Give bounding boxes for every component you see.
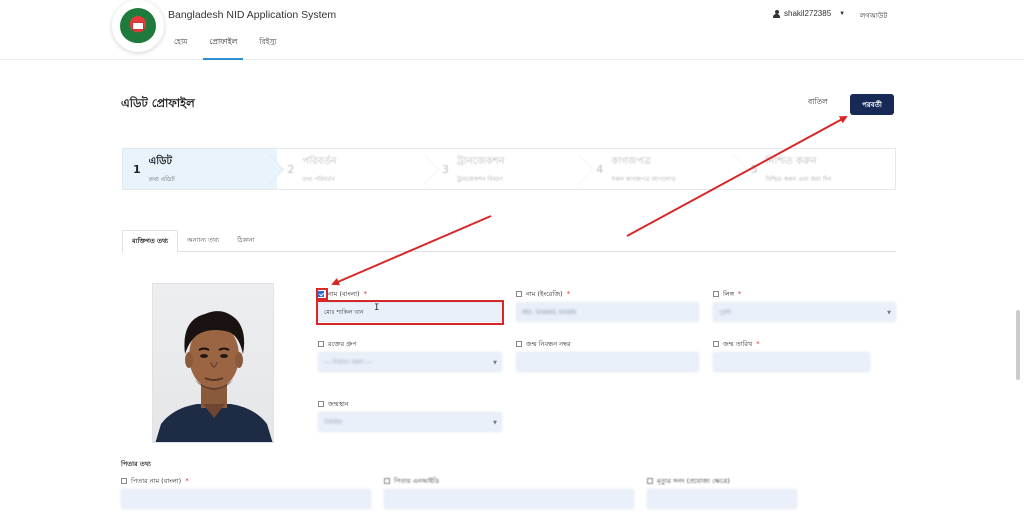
date-of-birth-input[interactable] — [713, 352, 870, 372]
father-nid-input[interactable] — [384, 489, 634, 509]
profile-photo — [152, 283, 274, 443]
death-certificate-field: মৃত্যুর সনদ (প্রযোজ্য ক্ষেত্রে) — [647, 476, 797, 509]
main-nav: হোম প্রোফাইল রিইস্যু — [168, 37, 293, 60]
step-title: ট্রানজেকশন — [456, 155, 505, 167]
tab-other-info[interactable]: অন্যান্য তথ্য — [178, 230, 228, 251]
gender-select[interactable] — [713, 302, 896, 322]
nav-profile[interactable]: প্রোফাইল — [203, 37, 244, 60]
logout-link[interactable]: লগআউট — [860, 10, 887, 22]
step-number: 3 — [441, 162, 449, 176]
chevron-down-icon: ▼ — [493, 420, 497, 426]
app-title: Bangladesh NID Application System — [168, 9, 337, 21]
date-of-birth-checkbox[interactable] — [713, 341, 719, 347]
page-title: এডিট প্রোফাইল — [121, 96, 195, 110]
username: shakil272385 — [784, 9, 832, 18]
birth-place-checkbox[interactable] — [318, 401, 324, 407]
step-change[interactable]: 2 পরিবর্তন তথ্য পরিবর্তন — [277, 149, 431, 189]
step-subtitle: ট্রানজেকশন বিবরণ — [456, 175, 503, 183]
birth-registration-checkbox[interactable] — [516, 341, 522, 347]
nav-home[interactable]: হোম — [168, 37, 193, 60]
step-confirm[interactable]: 5 নিশ্চিত করুন নিশ্চিত করুন এবং জমা দিন — [741, 149, 895, 189]
father-name-label: পিতার নাম (বাংলা) — [131, 476, 182, 485]
scrollbar-thumb[interactable] — [1016, 310, 1020, 380]
required-marker: * — [738, 290, 742, 298]
father-info-heading: পিতার তথ্য — [121, 460, 151, 468]
father-name-field: পিতার নাম (বাংলা) * — [121, 476, 371, 509]
step-subtitle: তথ্য পরিবর্তন — [302, 175, 335, 183]
name-english-label: নাম (ইংরেজি) — [526, 289, 563, 298]
death-certificate-input[interactable] — [647, 489, 797, 509]
father-nid-checkbox[interactable] — [384, 478, 390, 484]
person-portrait-icon — [155, 311, 273, 442]
father-name-checkbox[interactable] — [121, 478, 127, 484]
date-of-birth-field: জন্ম তারিখ * — [713, 339, 870, 372]
step-number: 2 — [287, 162, 295, 176]
tab-address[interactable]: ঠিকানা — [228, 230, 264, 251]
step-subtitle: তথ্য এডিট — [148, 175, 175, 183]
profile-tabs: ব্যক্তিগত তথ্য অন্যান্য তথ্য ঠিকানা — [122, 230, 896, 253]
step-number: 1 — [133, 162, 141, 176]
chevron-down-icon: ▼ — [839, 10, 846, 17]
step-title: নিশ্চিত করুন — [765, 155, 817, 167]
chevron-down-icon: ▼ — [887, 310, 891, 316]
required-marker: * — [185, 477, 189, 485]
step-number: 4 — [596, 162, 604, 176]
gender-field: লিঙ্গ * ▼ — [713, 289, 896, 322]
birth-registration-input[interactable] — [516, 352, 699, 372]
gender-label: লিঙ্গ — [723, 289, 735, 298]
tab-personal-info[interactable]: ব্যক্তিগত তথ্য — [122, 230, 179, 253]
name-bangla-label: নাম (বাংলা) — [328, 289, 360, 298]
father-nid-label: পিতার এনআইডি — [394, 476, 440, 485]
birth-place-label: জন্মস্থান — [328, 399, 349, 408]
required-marker: * — [363, 290, 368, 298]
step-title: এডিট — [148, 155, 172, 167]
progress-stepper: 1 এডিট তথ্য এডিট 2 পরিবর্তন তথ্য পরিবর্তন … — [122, 148, 896, 190]
step-subtitle: সকল কাগজপত্র আপলোড — [611, 175, 676, 183]
nav-reissue[interactable]: রিইস্যু — [253, 37, 282, 60]
name-english-checkbox[interactable] — [516, 291, 522, 297]
cancel-button[interactable]: বাতিল — [808, 97, 828, 109]
govt-logo[interactable] — [112, 0, 164, 52]
father-nid-field: পিতার এনআইডি — [384, 476, 634, 509]
step-title: পরিবর্তন — [302, 155, 337, 167]
page-scrollbar[interactable] — [1015, 60, 1021, 532]
date-of-birth-label: জন্ম তারিখ — [723, 339, 753, 348]
top-header: Bangladesh NID Application System হোম প্… — [0, 0, 1024, 60]
blood-group-label: রক্তের গ্রুপ — [328, 339, 357, 348]
gender-checkbox[interactable] — [713, 291, 719, 297]
annotation-arrows — [331, 116, 848, 286]
birth-registration-field: জন্ম নিবন্ধন নম্বর — [516, 339, 699, 372]
annotation-input-highlight — [316, 300, 504, 325]
step-number: 5 — [750, 162, 758, 176]
name-english-input[interactable] — [516, 302, 699, 322]
step-title: কাগজপত্র — [611, 155, 651, 167]
bangladesh-seal-icon — [120, 8, 156, 44]
blood-group-field: রক্তের গ্রুপ ▼ — [318, 339, 502, 372]
chevron-down-icon: ▼ — [493, 360, 497, 366]
birth-registration-label: জন্ম নিবন্ধন নম্বর — [526, 339, 571, 348]
father-name-input[interactable] — [121, 489, 371, 509]
blood-group-checkbox[interactable] — [318, 341, 324, 347]
required-marker: * — [566, 290, 571, 298]
birth-place-select[interactable] — [318, 412, 502, 432]
annotation-checkbox-highlight — [316, 288, 328, 300]
user-icon — [773, 9, 780, 18]
step-documents[interactable]: 4 কাগজপত্র সকল কাগজপত্র আপলোড — [586, 149, 740, 189]
blood-group-select[interactable] — [318, 352, 502, 372]
required-marker: * — [756, 340, 760, 348]
name-english-field: নাম (ইংরেজি) * — [516, 289, 699, 322]
step-edit[interactable]: 1 এডিট তথ্য এডিট — [123, 149, 278, 189]
next-button[interactable]: পরবর্তী — [850, 94, 894, 115]
step-transaction[interactable]: 3 ট্রানজেকশন ট্রানজেকশন বিবরণ — [432, 149, 586, 189]
user-menu[interactable]: shakil272385 ▼ — [773, 9, 845, 18]
birth-place-field: জন্মস্থান ▼ — [318, 399, 502, 432]
death-certificate-label: মৃত্যুর সনদ (প্রযোজ্য ক্ষেত্রে) — [657, 476, 730, 485]
step-subtitle: নিশ্চিত করুন এবং জমা দিন — [765, 175, 832, 183]
death-certificate-checkbox[interactable] — [647, 478, 653, 484]
